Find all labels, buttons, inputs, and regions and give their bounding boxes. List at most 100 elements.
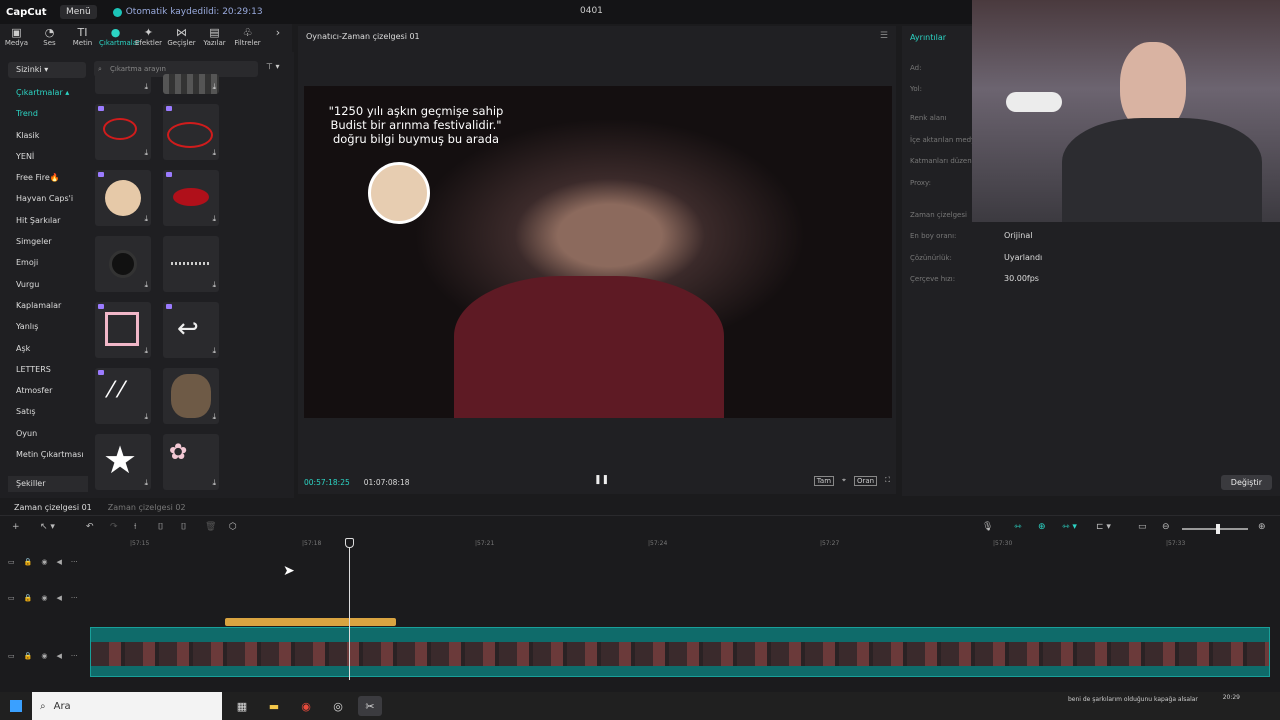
fullscreen-icon[interactable]: ⛶: [885, 476, 890, 486]
category-item[interactable]: Free Fire🔥: [8, 167, 86, 188]
tab-filters[interactable]: ♧ Filtreler: [231, 24, 264, 52]
more-icon[interactable]: ···: [71, 558, 78, 566]
playhead[interactable]: [349, 540, 350, 680]
download-icon[interactable]: ⤓: [212, 412, 216, 422]
zoom-slider[interactable]: [1182, 524, 1248, 534]
add-track-icon[interactable]: +: [12, 522, 20, 532]
download-icon[interactable]: ⤓: [144, 214, 148, 224]
category-item[interactable]: Yanlış: [8, 316, 86, 337]
snapshot-icon[interactable]: ⌖: [842, 476, 846, 486]
category-item[interactable]: LETTERS: [8, 359, 86, 380]
undo-icon[interactable]: ↶: [86, 522, 94, 532]
trim-left-icon[interactable]: ⌷: [158, 522, 163, 532]
category-stickers-header[interactable]: Çıkartmalar ▴: [8, 82, 86, 103]
download-icon[interactable]: ⤓: [144, 82, 148, 92]
filter-sort-button[interactable]: ⊤ ▾: [266, 62, 280, 71]
download-icon[interactable]: ⤓: [212, 280, 216, 290]
track-cover-icon[interactable]: ▭: [8, 594, 15, 602]
sticker-tile-lips[interactable]: ⤓: [163, 170, 219, 226]
link-clips-icon[interactable]: ⇿: [1014, 522, 1022, 532]
timeline-ruler[interactable]: |57:15 |57:18 |57:21 |57:24 |57:27 |57:3…: [90, 540, 1280, 550]
sticker-tile[interactable]: ⤓: [163, 74, 219, 94]
sticker-tile-blossom[interactable]: ✿ ⤓: [163, 434, 219, 490]
zoom-in-icon[interactable]: ⊕: [1258, 522, 1266, 532]
eye-icon[interactable]: ◉: [41, 558, 47, 566]
category-item[interactable]: Kaplamalar: [8, 295, 86, 316]
obs-icon[interactable]: ◎: [326, 696, 350, 716]
category-item[interactable]: Vurgu: [8, 274, 86, 295]
playhead-handle[interactable]: [345, 538, 354, 548]
zoom-out-icon[interactable]: ⊖: [1162, 522, 1170, 532]
tab-stickers[interactable]: ● Çıkartmalar: [99, 24, 140, 52]
sticker-tile-red-circle[interactable]: ⤓: [95, 104, 151, 160]
eye-icon[interactable]: ◉: [41, 594, 47, 602]
video-preview[interactable]: "1250 yılı aşkın geçmişe sahip Budist bi…: [304, 86, 892, 418]
sticker-tile-cat[interactable]: ⤓: [95, 170, 151, 226]
tab-audio[interactable]: ◔ Ses: [33, 24, 66, 52]
sticker-tile-waveform[interactable]: ⤓: [163, 236, 219, 292]
sticker-tile-lines[interactable]: ⁄ ⁄ ⤓: [95, 368, 151, 424]
source-dropdown[interactable]: Sizinki ▾: [8, 62, 86, 78]
sticker-tile-vinyl[interactable]: ⤓: [95, 236, 151, 292]
magnet-icon[interactable]: ⊕: [1038, 522, 1046, 532]
toolbar-more-button[interactable]: ›: [264, 24, 292, 52]
record-audio-icon[interactable]: 🎙: [982, 522, 993, 532]
sticker-tile-star[interactable]: ★ ⤓: [95, 434, 151, 490]
download-icon[interactable]: ⤓: [144, 346, 148, 356]
linkage-icon[interactable]: ⇿ ▾: [1062, 522, 1077, 532]
download-icon[interactable]: ⤓: [144, 148, 148, 158]
player-menu-icon[interactable]: ☰: [880, 31, 888, 41]
speaker-icon[interactable]: ◀: [56, 558, 61, 566]
category-item[interactable]: Atmosfer: [8, 380, 86, 401]
more-icon[interactable]: ···: [71, 652, 78, 660]
delete-icon[interactable]: 🗑: [205, 522, 216, 532]
track-cover-icon[interactable]: ▭: [8, 652, 15, 660]
task-view-icon[interactable]: ▦: [230, 696, 254, 716]
change-button[interactable]: Değiştir: [1220, 475, 1272, 490]
category-item[interactable]: YENİ: [8, 146, 86, 167]
main-video-clip[interactable]: [90, 627, 1270, 677]
category-shapes[interactable]: Şekiller: [8, 476, 88, 492]
lock-icon[interactable]: 🔒: [24, 594, 33, 602]
category-item[interactable]: Metin Çıkartması: [8, 444, 86, 465]
category-item[interactable]: Simgeler: [8, 231, 86, 252]
tab-text[interactable]: TI Metin: [66, 24, 99, 52]
sticker-tile[interactable]: ⤓: [95, 74, 151, 94]
tab-transitions[interactable]: ⋈ Geçişler: [165, 24, 198, 52]
sticker-clip[interactable]: [225, 618, 396, 626]
preview-axis-icon[interactable]: ⊏ ▾: [1096, 522, 1111, 532]
redo-icon[interactable]: ↷: [110, 522, 118, 532]
tab-timeline-01[interactable]: Zaman çizelgesi 01: [14, 503, 92, 512]
track-cover-icon[interactable]: ▭: [8, 558, 15, 566]
trim-right-icon[interactable]: ⌷: [181, 522, 186, 532]
category-item[interactable]: Emoji: [8, 252, 86, 273]
sticker-tile-arrow[interactable]: ↩ ⤓: [163, 302, 219, 358]
fullscreen-quality-button[interactable]: Tam: [813, 476, 835, 486]
chrome-icon[interactable]: ◉: [294, 696, 318, 716]
category-item[interactable]: Satış: [8, 401, 86, 422]
tab-media[interactable]: ▣ Medya: [0, 24, 33, 52]
fit-timeline-icon[interactable]: ▭: [1138, 522, 1147, 532]
marker-icon[interactable]: ⬡: [229, 522, 237, 532]
windows-start-icon[interactable]: [10, 700, 22, 712]
category-item[interactable]: Aşk: [8, 338, 86, 359]
zoom-slider-thumb[interactable]: [1216, 524, 1220, 534]
download-icon[interactable]: ⤓: [144, 412, 148, 422]
sticker-tile-kitten[interactable]: ⤓: [163, 368, 219, 424]
category-item[interactable]: Oyun: [8, 423, 86, 444]
download-icon[interactable]: ⤓: [212, 148, 216, 158]
split-icon[interactable]: ⟊: [134, 522, 136, 532]
speaker-icon[interactable]: ◀: [56, 652, 61, 660]
download-icon[interactable]: ⤓: [144, 280, 148, 290]
capcut-taskbar-icon[interactable]: ✂: [358, 696, 382, 716]
pause-button[interactable]: ❚❚: [594, 475, 609, 485]
ratio-button[interactable]: Oran: [853, 476, 878, 486]
speaker-icon[interactable]: ◀: [56, 594, 61, 602]
download-icon[interactable]: ⤓: [144, 478, 148, 488]
download-icon[interactable]: ⤓: [212, 478, 216, 488]
category-item[interactable]: Hayvan Caps'i: [8, 188, 86, 209]
download-icon[interactable]: ⤓: [212, 214, 216, 224]
more-icon[interactable]: ···: [71, 594, 78, 602]
tab-timeline-02[interactable]: Zaman çizelgesi 02: [108, 503, 186, 512]
file-explorer-icon[interactable]: ▬: [262, 696, 286, 716]
